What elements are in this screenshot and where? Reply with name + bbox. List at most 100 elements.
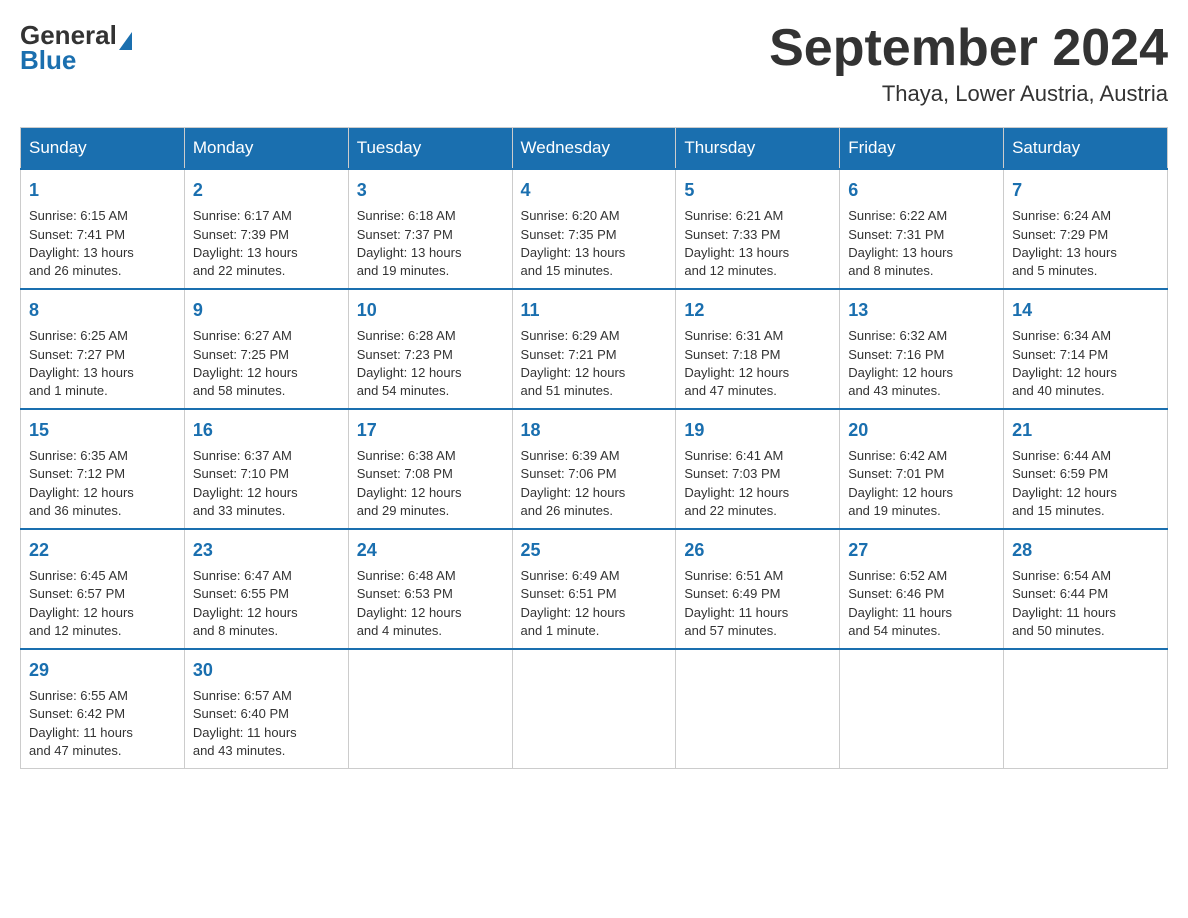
day-info: Sunrise: 6:22 AM Sunset: 7:31 PM Dayligh… [848, 207, 995, 280]
day-number: 24 [357, 538, 504, 563]
day-info: Sunrise: 6:47 AM Sunset: 6:55 PM Dayligh… [193, 567, 340, 640]
day-number: 25 [521, 538, 668, 563]
day-info: Sunrise: 6:52 AM Sunset: 6:46 PM Dayligh… [848, 567, 995, 640]
day-info: Sunrise: 6:20 AM Sunset: 7:35 PM Dayligh… [521, 207, 668, 280]
col-sunday: Sunday [21, 128, 185, 170]
col-wednesday: Wednesday [512, 128, 676, 170]
table-row: 17 Sunrise: 6:38 AM Sunset: 7:08 PM Dayli… [348, 409, 512, 529]
col-thursday: Thursday [676, 128, 840, 170]
calendar-table: Sunday Monday Tuesday Wednesday Thursday… [20, 127, 1168, 769]
day-number: 18 [521, 418, 668, 443]
col-tuesday: Tuesday [348, 128, 512, 170]
calendar-week-row: 15Sunrise: 6:35 AM Sunset: 7:12 PM Dayli… [21, 409, 1168, 529]
day-number: 20 [848, 418, 995, 443]
day-info: Sunrise: 6:41 AM Sunset: 7:03 PM Dayligh… [684, 447, 831, 520]
col-friday: Friday [840, 128, 1004, 170]
day-number: 22 [29, 538, 176, 563]
table-row: 20 Sunrise: 6:42 AM Sunset: 7:01 PM Dayli… [840, 409, 1004, 529]
day-info: Sunrise: 6:25 AM Sunset: 7:27 PM Dayligh… [29, 327, 176, 400]
day-info: Sunrise: 6:37 AM Sunset: 7:10 PM Dayligh… [193, 447, 340, 520]
day-info: Sunrise: 6:38 AM Sunset: 7:08 PM Dayligh… [357, 447, 504, 520]
table-row: 24Sunrise: 6:48 AM Sunset: 6:53 PM Dayli… [348, 529, 512, 649]
logo-blue: Blue [20, 45, 76, 76]
day-number: 27 [848, 538, 995, 563]
table-row [1004, 649, 1168, 768]
day-number: 29 [29, 658, 176, 683]
day-info: Sunrise: 6:55 AM Sunset: 6:42 PM Dayligh… [29, 687, 176, 760]
day-number: 1 [29, 178, 176, 203]
day-number: 17 [357, 418, 504, 443]
table-row: 4 Sunrise: 6:20 AM Sunset: 7:35 PM Daylig… [512, 169, 676, 289]
table-row: 7Sunrise: 6:24 AM Sunset: 7:29 PM Daylig… [1004, 169, 1168, 289]
calendar-week-row: 22 Sunrise: 6:45 AM Sunset: 6:57 PM Dayli… [21, 529, 1168, 649]
table-row: 2Sunrise: 6:17 AM Sunset: 7:39 PM Daylig… [184, 169, 348, 289]
day-info: Sunrise: 6:28 AM Sunset: 7:23 PM Dayligh… [357, 327, 504, 400]
day-info: Sunrise: 6:29 AM Sunset: 7:21 PM Dayligh… [521, 327, 668, 400]
table-row: 19 Sunrise: 6:41 AM Sunset: 7:03 PM Dayli… [676, 409, 840, 529]
location-subtitle: Thaya, Lower Austria, Austria [769, 81, 1168, 107]
table-row: 11Sunrise: 6:29 AM Sunset: 7:21 PM Dayli… [512, 289, 676, 409]
table-row [840, 649, 1004, 768]
day-number: 13 [848, 298, 995, 323]
day-info: Sunrise: 6:27 AM Sunset: 7:25 PM Dayligh… [193, 327, 340, 400]
table-row: 16Sunrise: 6:37 AM Sunset: 7:10 PM Dayli… [184, 409, 348, 529]
day-info: Sunrise: 6:24 AM Sunset: 7:29 PM Dayligh… [1012, 207, 1159, 280]
day-number: 19 [684, 418, 831, 443]
day-info: Sunrise: 6:35 AM Sunset: 7:12 PM Dayligh… [29, 447, 176, 520]
day-info: Sunrise: 6:21 AM Sunset: 7:33 PM Dayligh… [684, 207, 831, 280]
day-number: 5 [684, 178, 831, 203]
table-row: 22 Sunrise: 6:45 AM Sunset: 6:57 PM Dayli… [21, 529, 185, 649]
day-number: 6 [848, 178, 995, 203]
calendar-week-row: 1 Sunrise: 6:15 AM Sunset: 7:41 PM Daylig… [21, 169, 1168, 289]
table-row: 14Sunrise: 6:34 AM Sunset: 7:14 PM Dayli… [1004, 289, 1168, 409]
table-row: 28Sunrise: 6:54 AM Sunset: 6:44 PM Dayli… [1004, 529, 1168, 649]
table-row [676, 649, 840, 768]
day-number: 26 [684, 538, 831, 563]
table-row: 6 Sunrise: 6:22 AM Sunset: 7:31 PM Daylig… [840, 169, 1004, 289]
day-info: Sunrise: 6:31 AM Sunset: 7:18 PM Dayligh… [684, 327, 831, 400]
table-row: 1 Sunrise: 6:15 AM Sunset: 7:41 PM Daylig… [21, 169, 185, 289]
day-info: Sunrise: 6:32 AM Sunset: 7:16 PM Dayligh… [848, 327, 995, 400]
day-info: Sunrise: 6:34 AM Sunset: 7:14 PM Dayligh… [1012, 327, 1159, 400]
day-info: Sunrise: 6:44 AM Sunset: 6:59 PM Dayligh… [1012, 447, 1159, 520]
day-number: 10 [357, 298, 504, 323]
day-number: 4 [521, 178, 668, 203]
day-number: 9 [193, 298, 340, 323]
day-info: Sunrise: 6:42 AM Sunset: 7:01 PM Dayligh… [848, 447, 995, 520]
day-info: Sunrise: 6:45 AM Sunset: 6:57 PM Dayligh… [29, 567, 176, 640]
table-row: 10 Sunrise: 6:28 AM Sunset: 7:23 PM Dayli… [348, 289, 512, 409]
table-row: 29 Sunrise: 6:55 AM Sunset: 6:42 PM Dayli… [21, 649, 185, 768]
calendar-week-row: 29 Sunrise: 6:55 AM Sunset: 6:42 PM Dayli… [21, 649, 1168, 768]
day-number: 21 [1012, 418, 1159, 443]
table-row: 12Sunrise: 6:31 AM Sunset: 7:18 PM Dayli… [676, 289, 840, 409]
table-row: 18 Sunrise: 6:39 AM Sunset: 7:06 PM Dayli… [512, 409, 676, 529]
table-row: 13 Sunrise: 6:32 AM Sunset: 7:16 PM Dayli… [840, 289, 1004, 409]
table-row: 25 Sunrise: 6:49 AM Sunset: 6:51 PM Dayli… [512, 529, 676, 649]
day-info: Sunrise: 6:18 AM Sunset: 7:37 PM Dayligh… [357, 207, 504, 280]
day-info: Sunrise: 6:57 AM Sunset: 6:40 PM Dayligh… [193, 687, 340, 760]
table-row: 9 Sunrise: 6:27 AM Sunset: 7:25 PM Daylig… [184, 289, 348, 409]
calendar-week-row: 8Sunrise: 6:25 AM Sunset: 7:27 PM Daylig… [21, 289, 1168, 409]
table-row: 15Sunrise: 6:35 AM Sunset: 7:12 PM Dayli… [21, 409, 185, 529]
table-row: 23 Sunrise: 6:47 AM Sunset: 6:55 PM Dayli… [184, 529, 348, 649]
day-number: 28 [1012, 538, 1159, 563]
col-saturday: Saturday [1004, 128, 1168, 170]
table-row: 30 Sunrise: 6:57 AM Sunset: 6:40 PM Dayli… [184, 649, 348, 768]
day-info: Sunrise: 6:49 AM Sunset: 6:51 PM Dayligh… [521, 567, 668, 640]
day-number: 3 [357, 178, 504, 203]
day-number: 23 [193, 538, 340, 563]
day-info: Sunrise: 6:51 AM Sunset: 6:49 PM Dayligh… [684, 567, 831, 640]
page-header: General Blue September 2024 Thaya, Lower… [20, 20, 1168, 107]
calendar-header-row: Sunday Monday Tuesday Wednesday Thursday… [21, 128, 1168, 170]
logo: General Blue [20, 20, 132, 76]
day-number: 30 [193, 658, 340, 683]
month-title: September 2024 [769, 20, 1168, 77]
title-section: September 2024 Thaya, Lower Austria, Aus… [769, 20, 1168, 107]
day-info: Sunrise: 6:15 AM Sunset: 7:41 PM Dayligh… [29, 207, 176, 280]
table-row [348, 649, 512, 768]
day-number: 2 [193, 178, 340, 203]
table-row: 5 Sunrise: 6:21 AM Sunset: 7:33 PM Daylig… [676, 169, 840, 289]
table-row: 26 Sunrise: 6:51 AM Sunset: 6:49 PM Dayli… [676, 529, 840, 649]
col-monday: Monday [184, 128, 348, 170]
day-info: Sunrise: 6:39 AM Sunset: 7:06 PM Dayligh… [521, 447, 668, 520]
